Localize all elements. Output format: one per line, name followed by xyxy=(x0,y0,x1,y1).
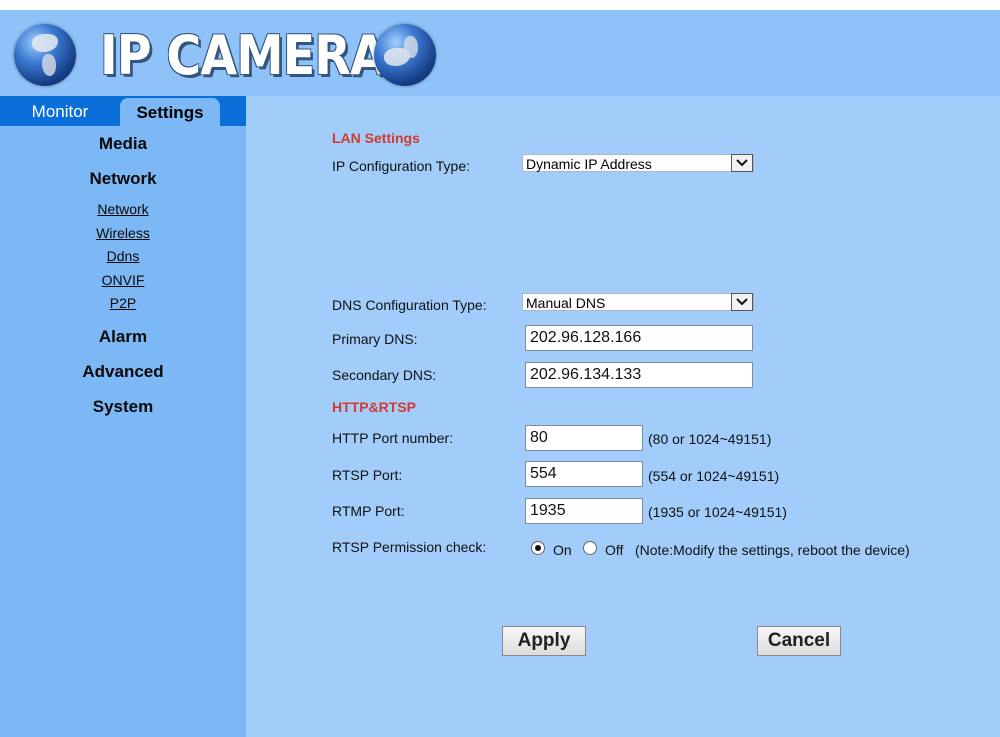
http-port-hint: (80 or 1024~49151) xyxy=(648,431,772,447)
chevron-down-icon[interactable] xyxy=(731,293,753,311)
settings-panel: LAN Settings IP Configuration Type: Dyna… xyxy=(246,96,1000,737)
rtmp-port-label: RTMP Port: xyxy=(332,503,405,519)
submenu-onvif[interactable]: ONVIF xyxy=(0,272,246,288)
rtsp-port-hint: (554 or 1024~49151) xyxy=(648,468,780,484)
submenu-wireless[interactable]: Wireless xyxy=(0,225,246,241)
rtsp-permission-off-label: Off xyxy=(605,542,624,558)
browser-top-strip xyxy=(0,0,1000,10)
rtmp-port-hint: (1935 or 1024~49151) xyxy=(648,504,787,520)
menu-alarm[interactable]: Alarm xyxy=(0,327,246,347)
secondary-dns-input[interactable]: 202.96.134.133 xyxy=(525,362,753,388)
sidebar: Monitor Settings Media Network Network W… xyxy=(0,96,246,737)
primary-dns-input[interactable]: 202.96.128.166 xyxy=(525,325,753,351)
globe-icon-right xyxy=(374,24,436,86)
rtmp-port-input[interactable]: 1935 xyxy=(525,498,643,524)
submenu-ddns[interactable]: Ddns xyxy=(0,248,246,264)
brand-title: IP CAMERA xyxy=(100,24,387,87)
section-lan-title: LAN Settings xyxy=(332,130,420,146)
rtsp-permission-on-label: On xyxy=(553,542,572,558)
rtsp-permission-on-radio[interactable] xyxy=(531,541,545,555)
http-port-input[interactable]: 80 xyxy=(525,425,643,451)
globe-icon-left xyxy=(14,24,76,86)
ip-config-select[interactable]: Dynamic IP Address xyxy=(522,154,754,172)
ip-config-label: IP Configuration Type: xyxy=(332,158,471,174)
ip-config-value: Dynamic IP Address xyxy=(526,156,652,172)
section-http-title: HTTP&RTSP xyxy=(332,399,416,415)
rtsp-permission-note: (Note:Modify the settings, reboot the de… xyxy=(635,542,910,558)
http-port-label: HTTP Port number: xyxy=(332,430,454,446)
secondary-dns-label: Secondary DNS: xyxy=(332,367,437,383)
cancel-button[interactable]: Cancel xyxy=(757,626,841,656)
chevron-down-icon[interactable] xyxy=(731,154,753,172)
dns-config-value: Manual DNS xyxy=(526,295,606,311)
rtsp-permission-off-radio[interactable] xyxy=(583,541,597,555)
header-banner: IP CAMERA xyxy=(0,10,1000,96)
tab-bar: Monitor Settings xyxy=(0,96,246,126)
dns-config-select[interactable]: Manual DNS xyxy=(522,293,754,311)
submenu-network[interactable]: Network xyxy=(0,201,246,217)
rtsp-permission-label: RTSP Permission check: xyxy=(332,539,487,555)
tab-monitor[interactable]: Monitor xyxy=(0,96,120,126)
dns-config-label: DNS Configuration Type: xyxy=(332,297,487,313)
menu-network[interactable]: Network xyxy=(0,169,246,189)
menu-advanced[interactable]: Advanced xyxy=(0,362,246,382)
rtsp-port-label: RTSP Port: xyxy=(332,467,403,483)
tab-settings[interactable]: Settings xyxy=(120,98,220,126)
menu-media[interactable]: Media xyxy=(0,134,246,154)
rtsp-port-input[interactable]: 554 xyxy=(525,461,643,487)
menu-system[interactable]: System xyxy=(0,397,246,417)
primary-dns-label: Primary DNS: xyxy=(332,331,418,347)
apply-button[interactable]: Apply xyxy=(502,626,586,656)
submenu-p2p[interactable]: P2P xyxy=(0,295,246,311)
